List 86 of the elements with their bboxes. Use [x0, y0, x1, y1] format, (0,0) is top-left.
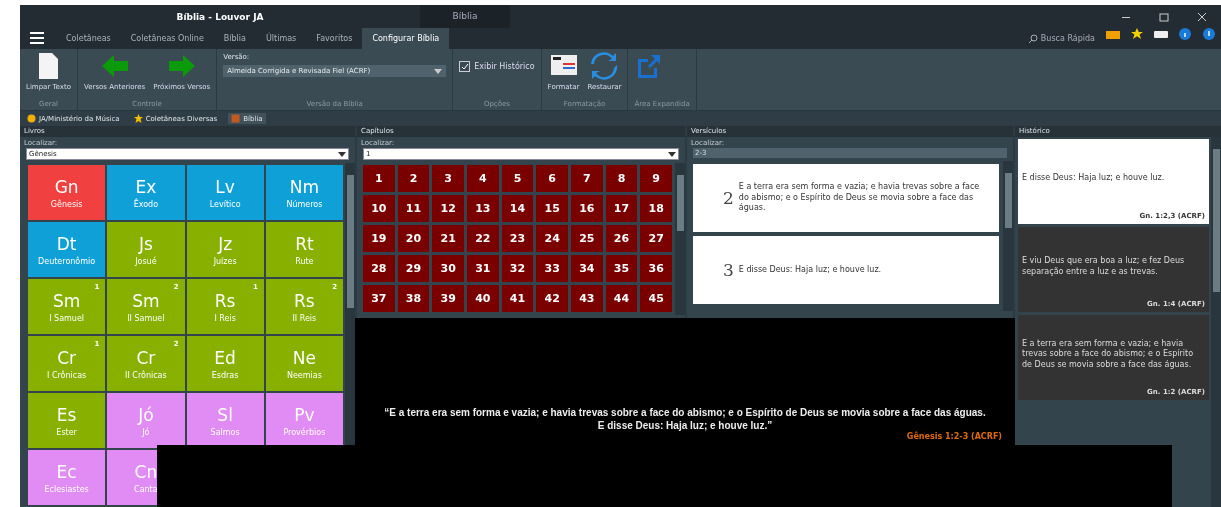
- chapter-button[interactable]: 37: [363, 285, 395, 312]
- chapter-button[interactable]: 13: [467, 195, 499, 222]
- chapter-button[interactable]: 29: [397, 255, 430, 282]
- quick-search-label[interactable]: Busca Rápida: [1040, 34, 1095, 43]
- chapter-button[interactable]: 14: [501, 195, 534, 222]
- verse-card[interactable]: 3 E disse Deus: Haja luz; e houve luz.: [693, 236, 999, 304]
- caret-icon: [668, 151, 676, 157]
- caret-icon: [338, 151, 346, 157]
- history-text: E a terra era sem forma e vazia; e havia trevas sobre a face do abismo; e o Espírito de Deus se movia sobre a face das águas.: [1022, 337, 1195, 371]
- verse-number: 3: [723, 260, 734, 280]
- window-title: Bíblia - Louvor JA: [175, 11, 265, 22]
- verse-text: E disse Deus: Haja luz; e houve luz.: [738, 264, 882, 276]
- projected-verse-text: “E a terra era sem forma e vazia; e havia trevas sobre a face do abismo; e o Espírito de Deus se movia sobre a face das águas.: [383, 406, 987, 419]
- chapter-button[interactable]: 30: [432, 255, 464, 282]
- scrollbar[interactable]: [675, 163, 685, 315]
- chapter-button[interactable]: 1: [363, 165, 395, 192]
- chapter-button[interactable]: 11: [397, 195, 430, 222]
- chapter-button[interactable]: 4: [467, 165, 499, 192]
- chapter-button[interactable]: 38: [397, 285, 430, 312]
- book-tile[interactable]: Gn Gênesis: [28, 165, 106, 220]
- verse-text: E a terra era sem forma e vazia; e havia trevas sobre a face do abismo; e o Espírito de Deus se movia sobre a face das águas.: [738, 182, 981, 214]
- chapter-button[interactable]: 32: [501, 255, 534, 282]
- chapter-button[interactable]: 39: [432, 285, 464, 312]
- chapter-button[interactable]: 22: [467, 225, 499, 252]
- chapter-button[interactable]: 41: [501, 285, 534, 312]
- dot-icon: [27, 114, 36, 123]
- keyboard-icon[interactable]: [1154, 28, 1168, 40]
- scrollbar[interactable]: [1211, 137, 1221, 507]
- chapter-button[interactable]: 35: [605, 255, 638, 282]
- info-icon[interactable]: [1178, 28, 1192, 40]
- chapter-button[interactable]: 6: [536, 165, 568, 192]
- chapter-button[interactable]: 42: [536, 285, 568, 312]
- chapter-button[interactable]: 7: [571, 165, 603, 192]
- scrollbar[interactable]: [1003, 161, 1013, 311]
- projected-verse-text: E disse Deus: Haja luz; e houve luz.”: [596, 419, 774, 432]
- chapter-button[interactable]: 17: [605, 195, 638, 222]
- menu-tab[interactable]: Coletâneas: [56, 28, 121, 49]
- chapter-button[interactable]: 15: [536, 195, 568, 222]
- chapter-button[interactable]: 23: [501, 225, 534, 252]
- chapter-button[interactable]: 31: [467, 255, 499, 282]
- chapter-button[interactable]: 20: [397, 225, 430, 252]
- chapter-button[interactable]: 36: [640, 255, 672, 282]
- chapter-button[interactable]: 18: [640, 195, 672, 222]
- check-icon: [460, 62, 469, 71]
- folder-icon[interactable]: [1106, 28, 1120, 40]
- chapter-button[interactable]: 3: [432, 165, 464, 192]
- history-text: E viu Deus que era boa a luz; e fez Deus separação entre a luz e as trevas.: [1022, 255, 1186, 278]
- star-icon[interactable]: [1130, 28, 1144, 40]
- show-history-checkbox[interactable]: Exibir Histórico: [459, 61, 535, 72]
- chapter-button[interactable]: 28: [363, 255, 395, 282]
- menu-tab[interactable]: Últimas: [255, 28, 307, 49]
- menu-tab[interactable]: Bíblia: [213, 28, 256, 49]
- chapter-button[interactable]: 40: [467, 285, 499, 312]
- chapter-button[interactable]: 27: [640, 225, 672, 252]
- chapter-button[interactable]: 5: [501, 165, 534, 192]
- caret-icon: [434, 68, 443, 74]
- chapter-button[interactable]: 26: [605, 225, 638, 252]
- chapter-button[interactable]: 16: [571, 195, 603, 222]
- chapter-button[interactable]: 34: [571, 255, 603, 282]
- menu-tab[interactable]: Favoritos: [306, 28, 363, 49]
- chapter-button[interactable]: 9: [640, 165, 672, 192]
- menu-tab[interactable]: Configurar Bíblia: [362, 28, 450, 49]
- verse-number: 2: [723, 188, 734, 208]
- menu-tab[interactable]: Coletâneas Online: [120, 28, 214, 49]
- window-title: Bíblia: [420, 5, 510, 28]
- chapter-button[interactable]: 2: [397, 165, 430, 192]
- verse-card[interactable]: 2 E a terra era sem forma e vazia; e havia trevas sobre a face do abismo; e o Espírito de Deus se movia sobre a face das águas.: [693, 164, 999, 232]
- projected-reference: Gênesis 1:2-3 (ACRF): [905, 432, 1003, 441]
- menu-icon[interactable]: [30, 32, 44, 44]
- chapter-button[interactable]: 10: [363, 195, 395, 222]
- chapter-button[interactable]: 19: [363, 225, 395, 252]
- chapter-button[interactable]: 8: [605, 165, 638, 192]
- chapter-button[interactable]: 45: [640, 285, 672, 312]
- refresh-icon: [589, 51, 620, 81]
- book-icon: [231, 114, 241, 123]
- chapter-button[interactable]: 21: [432, 225, 464, 252]
- chapter-button[interactable]: 12: [432, 195, 464, 222]
- chapter-button[interactable]: 44: [605, 285, 638, 312]
- chapter-button[interactable]: 43: [571, 285, 603, 312]
- history-text: E disse Deus: Haja luz; e houve luz.: [1022, 172, 1166, 185]
- search-icon[interactable]: [1028, 34, 1038, 43]
- chapter-button[interactable]: 25: [571, 225, 603, 252]
- star-icon: [133, 114, 143, 123]
- help-icon[interactable]: [1202, 28, 1216, 40]
- chapter-button[interactable]: 33: [536, 255, 568, 282]
- chapter-button[interactable]: 24: [536, 225, 568, 252]
